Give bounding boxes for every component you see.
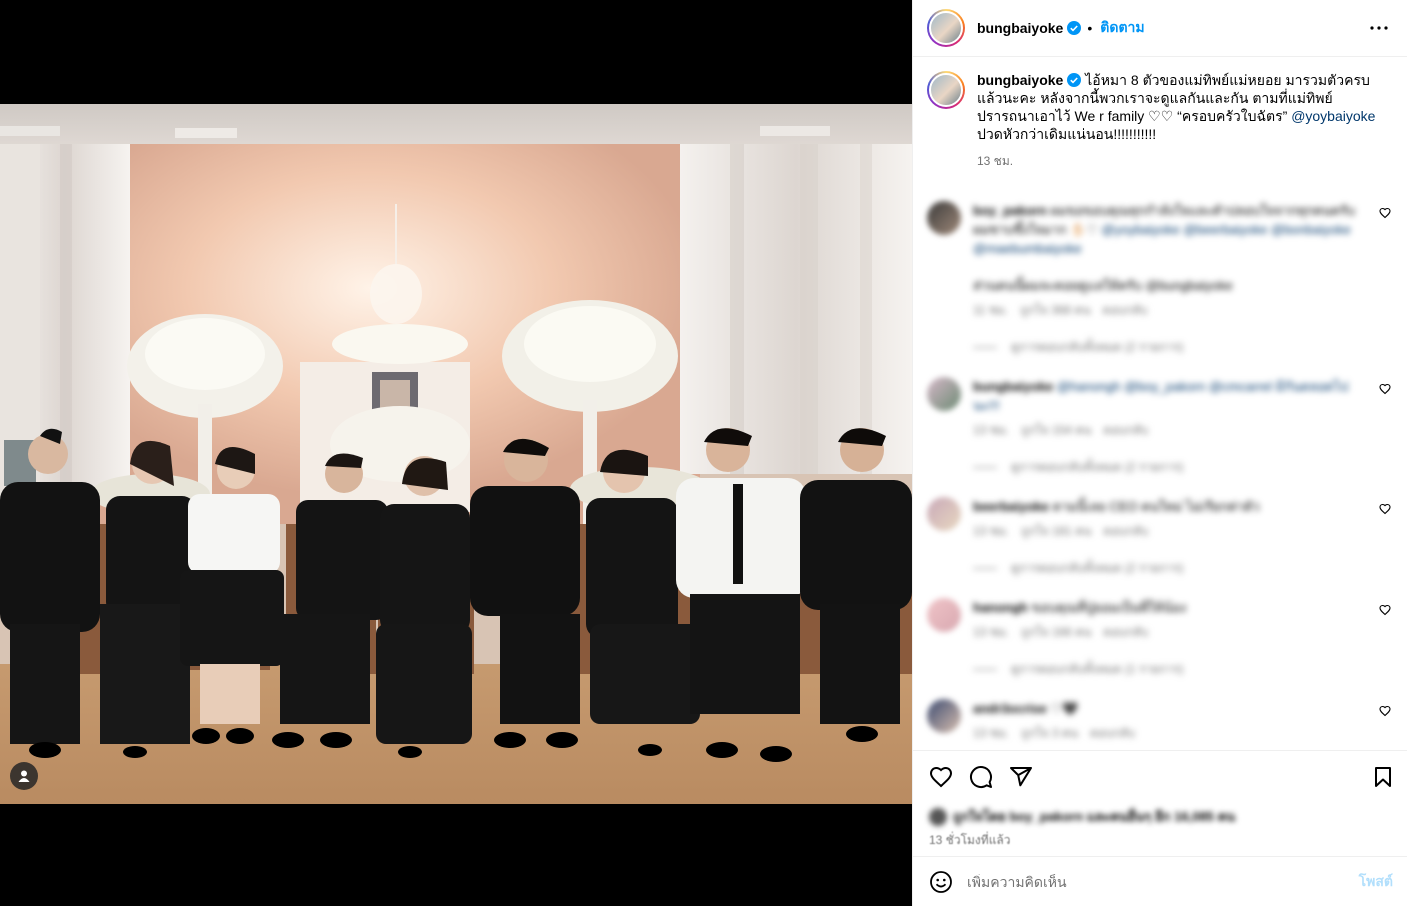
caption-mention[interactable]: @yoybaiyoke [1291, 108, 1375, 124]
tagged-users-button[interactable] [10, 762, 38, 790]
user-icon [18, 770, 30, 782]
comment-meta: 11 ชม. ถูกใจ 368 คน ตอบกลับ [973, 301, 1359, 320]
comment-username[interactable]: andr3ocrise [973, 701, 1047, 716]
comment-item: bungbaiyoke @hanongh @boy_pakorn @cmcarr… [927, 377, 1391, 477]
likes-text: ถูกใจโดย boy_pakorn และคนอื่นๆ อีก 16,08… [953, 809, 1236, 824]
comment-likes[interactable]: ถูกใจ 154 คน [1021, 421, 1091, 440]
comment-bubble-icon[interactable] [969, 765, 993, 789]
comment-time: 11 ชม. [973, 303, 1009, 317]
caption-avatar[interactable] [927, 71, 965, 109]
reply-button[interactable]: ตอบกลับ [1103, 623, 1148, 642]
reply-button[interactable]: ตอบกลับ [1090, 724, 1135, 743]
comment-item: boy_pakorn ผมขอขอบคุณทุกกำลังใจและคำปลอบ… [927, 201, 1391, 357]
comment-username[interactable]: boy_pakorn [973, 203, 1047, 218]
paper-plane-icon[interactable] [1009, 765, 1033, 789]
comment-meta: 13 ชม. ถูกใจ 154 คน ตอบกลับ [973, 421, 1359, 440]
caption-time: 13 ชม. [977, 154, 1014, 168]
reply-button[interactable]: ตอบกลับ [1103, 301, 1148, 320]
author-avatar[interactable] [927, 9, 965, 47]
comment-username[interactable]: bungbaiyoke [973, 379, 1053, 394]
comment-likes[interactable]: ถูกใจ 368 คน [1020, 301, 1090, 320]
comment-like-icon[interactable] [1379, 705, 1391, 717]
view-replies-button[interactable]: ดูการตอบกลับทั้งหมด (1 รายการ) [973, 660, 1359, 679]
comment-avatar[interactable] [927, 699, 961, 733]
comment-time: 13 ชม. [973, 726, 1010, 740]
comment-like-icon[interactable] [1379, 503, 1391, 515]
post-side-panel: bungbaiyoke • ติดตาม bungbaiyoke ไอ้หมา … [912, 0, 1407, 906]
header-separator: • [1087, 20, 1093, 36]
comment-meta: 13 ชม. ถูกใจ 181 คน ตอบกลับ [973, 522, 1359, 541]
follow-button[interactable]: ติดตาม [1100, 17, 1144, 39]
liked-by[interactable]: ถูกใจโดย boy_pakorn และคนอื่นๆ อีก 16,08… [929, 806, 1391, 827]
comment-text: ขอบคุณที่ปู่ยอมเป็นพี่ให้น้อง [1031, 600, 1187, 615]
comment-avatar[interactable] [927, 598, 961, 632]
comment-like-icon[interactable] [1379, 383, 1391, 395]
heart-icon[interactable] [929, 765, 953, 789]
caption-username[interactable]: bungbaiyoke [977, 72, 1063, 88]
comment-item: hanongh ขอบคุณที่ปู่ยอมเป็นพี่ให้น้อง 13… [927, 598, 1391, 679]
comment-text: ตามนี้เลย CEO คนใหม่ ไม่เรียกค่าตัว [1052, 499, 1260, 514]
comments-section[interactable]: bungbaiyoke ไอ้หมา 8 ตัวของแม่ทิพย์แม่หย… [913, 57, 1407, 750]
comment-meta: 13 ชม. ถูกใจ 166 คน ตอบกลับ [973, 623, 1359, 642]
comment-avatar[interactable] [927, 497, 961, 531]
comment-time: 13 ชม. [973, 423, 1010, 437]
comment-likes[interactable]: ถูกใจ 3 คน [1021, 724, 1078, 743]
view-replies-label: ดูการตอบกลับทั้งหมด (2 รายการ) [1011, 340, 1184, 354]
verified-badge-icon [1067, 21, 1082, 35]
comment-username[interactable]: hanongh [973, 600, 1028, 615]
view-replies-label: ดูการตอบกลับทั้งหมด (2 รายการ) [1011, 561, 1184, 575]
post-photo[interactable] [0, 104, 912, 804]
comment-text-extra: ส่วนคนนี้ผมจะคอยดูแลให้ครับ @bungbaiyoke [973, 278, 1233, 293]
comment-input[interactable] [967, 873, 1345, 890]
comment-meta: 13 ชม. ถูกใจ 3 คน ตอบกลับ [973, 724, 1359, 743]
comment-avatar[interactable] [927, 377, 961, 411]
view-replies-label: ดูการตอบกลับทั้งหมด (2 รายการ) [1011, 460, 1184, 474]
post-media [0, 0, 912, 906]
caption-body-end: ปวดหัวกว่าเดิมแน่นอน!!!!!!!!!!! [977, 126, 1157, 142]
comment-like-icon[interactable] [1379, 604, 1391, 616]
view-replies-button[interactable]: ดูการตอบกลับทั้งหมด (2 รายการ) [973, 458, 1359, 477]
post-header: bungbaiyoke • ติดตาม [913, 0, 1407, 57]
view-replies-button[interactable]: ดูการตอบกลับทั้งหมด (2 รายการ) [973, 338, 1359, 357]
caption: bungbaiyoke ไอ้หมา 8 ตัวของแม่ทิพย์แม่หย… [927, 71, 1391, 171]
view-replies-button[interactable]: ดูการตอบกลับทั้งหมด (2 รายการ) [973, 559, 1359, 578]
post-actions [913, 750, 1407, 802]
emoji-smiley-icon[interactable] [929, 870, 953, 894]
comment-likes[interactable]: ถูกใจ 181 คน [1021, 522, 1091, 541]
bookmark-icon[interactable] [1371, 765, 1395, 789]
post-time[interactable]: 13 ชั่วโมงที่แล้ว [929, 831, 1391, 850]
likes-section: ถูกใจโดย boy_pakorn และคนอื่นๆ อีก 16,08… [913, 802, 1407, 856]
comment-time: 13 ชม. [973, 524, 1010, 538]
liker-avatar [929, 807, 947, 826]
view-replies-label: ดูการตอบกลับทั้งหมด (1 รายการ) [1011, 662, 1184, 676]
reply-button[interactable]: ตอบกลับ [1103, 421, 1148, 440]
add-comment-bar: โพสต์ [913, 856, 1407, 906]
post-comment-button[interactable]: โพสต์ [1359, 871, 1393, 893]
more-options-icon[interactable] [1367, 16, 1391, 40]
comment-likes[interactable]: ถูกใจ 166 คน [1021, 623, 1091, 642]
reply-button[interactable]: ตอบกลับ [1103, 522, 1148, 541]
comment-username[interactable]: beerbaiyoke [973, 499, 1049, 514]
funeral-group-photo [0, 104, 912, 804]
comment-like-icon[interactable] [1379, 207, 1391, 219]
comment-avatar[interactable] [927, 201, 961, 235]
verified-badge-icon [1067, 73, 1082, 87]
author-username[interactable]: bungbaiyoke [977, 20, 1063, 36]
comment-item: andr3ocrise ♡🖤 13 ชม. ถูกใจ 3 คน ตอบกลับ [927, 699, 1391, 743]
comment-item: beerbaiyoke ตามนี้เลย CEO คนใหม่ ไม่เรีย… [927, 497, 1391, 578]
caption-text: bungbaiyoke ไอ้หมา 8 ตัวของแม่ทิพย์แม่หย… [977, 71, 1377, 143]
comment-time: 13 ชม. [973, 625, 1010, 639]
comment-text: ♡🖤 [1050, 701, 1079, 716]
